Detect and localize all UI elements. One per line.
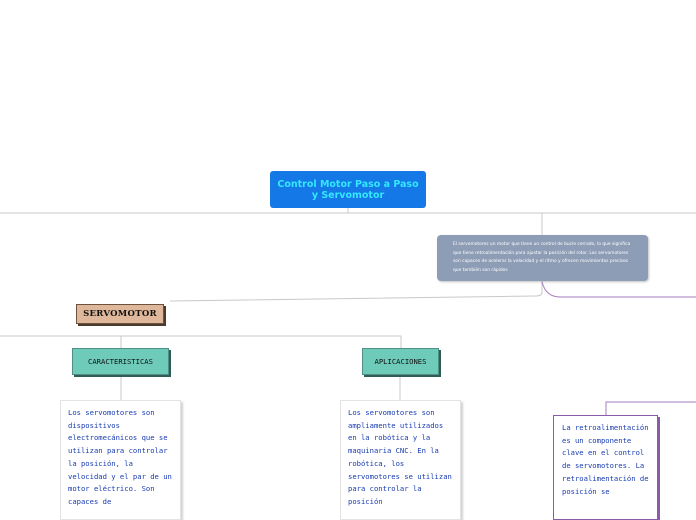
caracteristicas-text-box[interactable]: Los servomotores son dispositivos electr…	[60, 400, 181, 520]
retroalimentacion-text: La retroalimentación es un componente cl…	[562, 423, 649, 496]
aplicaciones-text-box[interactable]: Los servomotores son ampliamente utiliza…	[340, 400, 461, 520]
caracteristicas-node[interactable]: CARACTERISTICAS	[72, 348, 169, 375]
caracteristicas-label: CARACTERISTICAS	[88, 357, 153, 366]
servomotor-node[interactable]: SERVOMOTOR	[76, 304, 164, 324]
aplicaciones-node[interactable]: APLICACIONES	[362, 348, 439, 375]
root-topic-label: Control Motor Paso a Paso y Servomotor	[277, 178, 419, 201]
line-purple-retro	[605, 401, 696, 415]
servomotor-label: SERVOMOTOR	[83, 309, 157, 319]
line-purple-right	[541, 281, 696, 298]
line-note-to-servo	[169, 281, 543, 302]
line-servo-bus	[0, 335, 402, 348]
caracteristicas-text: Los servomotores son dispositivos electr…	[68, 408, 172, 506]
root-topic-node[interactable]: Control Motor Paso a Paso y Servomotor	[270, 171, 426, 208]
aplicaciones-text: Los servomotores son ampliamente utiliza…	[348, 408, 452, 506]
retroalimentacion-text-box[interactable]: La retroalimentación es un componente cl…	[553, 415, 658, 520]
servo-description-note[interactable]: El servomotores un motor que tiene un co…	[437, 235, 648, 281]
servo-description-text: El servomotores un motor que tiene un co…	[453, 242, 631, 273]
aplicaciones-label: APLICACIONES	[374, 357, 427, 366]
